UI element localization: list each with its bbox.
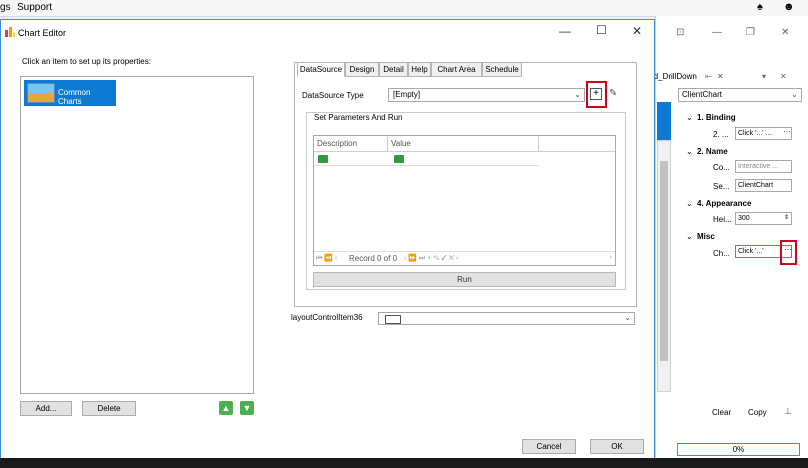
app-menubar: gs Support ♠ ☻: [0, 0, 808, 17]
highlight-add-datasource: [586, 81, 607, 108]
parameters-group-title: Set Parameters And Run: [312, 113, 405, 122]
layout-item-select[interactable]: ⌄: [378, 312, 635, 325]
prop-co-value-text: Interactive ...: [738, 163, 779, 170]
maximize-button[interactable]: ☐: [596, 23, 607, 37]
prop-co-name: Co...: [713, 163, 730, 172]
object-combo-value: ClientChart: [682, 90, 723, 99]
prop-se-name: Se...: [713, 182, 730, 191]
maximize-pane-icon[interactable]: ❐: [746, 27, 755, 38]
close-pane-icon[interactable]: ✕: [781, 27, 789, 38]
prop-chart-name: Ch...: [713, 249, 730, 258]
collapse-name-icon[interactable]: ⌄: [686, 147, 693, 156]
prop-binding-name: 2. ...: [713, 130, 729, 139]
prop-chart-value-text: Click '...': [738, 248, 764, 255]
tab-help[interactable]: Help: [408, 62, 431, 77]
spinner-icon[interactable]: ⇕: [784, 213, 789, 224]
collapse-binding-icon[interactable]: ⌄: [686, 113, 693, 122]
selection-strip: [657, 102, 671, 140]
pin-icon[interactable]: ⇤: [705, 72, 712, 81]
tab-design[interactable]: Design: [345, 62, 379, 77]
taskbar: [0, 458, 808, 468]
datasource-type-value: [Empty]: [393, 90, 421, 99]
column-value[interactable]: Value: [391, 139, 411, 148]
tab-datasource[interactable]: DataSource: [297, 62, 345, 77]
tab-close-icon[interactable]: ✕: [780, 72, 787, 81]
menu-item-support[interactable]: Support: [17, 2, 52, 13]
move-up-icon[interactable]: ▲: [219, 401, 233, 415]
add-button[interactable]: Add...: [20, 401, 72, 416]
category-misc: Misc: [697, 232, 715, 241]
close-tab-icon[interactable]: ✕: [717, 72, 724, 81]
minimize-pane-icon[interactable]: —: [712, 27, 722, 38]
dialog-title: Chart Editor: [18, 28, 67, 38]
menu-item-settings[interactable]: gs: [0, 2, 11, 13]
clear-button[interactable]: Clear: [712, 408, 731, 417]
tab-schedule[interactable]: Schedule: [482, 62, 522, 77]
tab-chart-area[interactable]: Chart Area: [431, 62, 482, 77]
move-down-icon[interactable]: ▼: [240, 401, 254, 415]
list-item[interactable]: Common Charts: [24, 80, 116, 106]
scroll-right-icon[interactable]: ›: [610, 254, 612, 261]
chevron-down-icon: ⌄: [574, 90, 581, 99]
layout-item-label: layoutControlItem36: [291, 313, 363, 322]
close-button[interactable]: ✕: [632, 24, 642, 38]
chevron-down-icon: ⌄: [791, 90, 798, 99]
edit-icon[interactable]: ✎: [609, 88, 617, 99]
parameters-grid[interactable]: Description Value ⏮ ⏪ ‹ Record 0 of 0 › …: [313, 135, 616, 266]
run-button[interactable]: Run: [313, 272, 616, 287]
new-row-icon: [318, 155, 328, 163]
chart-item-list[interactable]: Common Charts: [20, 76, 254, 394]
new-row-icon: [394, 155, 404, 163]
column-divider: [538, 136, 539, 151]
delete-button[interactable]: Delete: [82, 401, 136, 416]
app-icon: [5, 27, 15, 37]
record-counter: Record 0 of 0: [349, 254, 398, 263]
vertical-scrollbar[interactable]: [657, 140, 671, 392]
column-divider: [387, 136, 388, 151]
nav-first-icon[interactable]: ⏮ ⏪ ‹: [316, 254, 337, 263]
nav-next-icon[interactable]: › ⏩ ⏭ + ✎ ✓ ✕ ‹: [404, 254, 458, 263]
avatar[interactable]: ☻: [783, 1, 795, 13]
tab-dropdown-icon[interactable]: ▾: [762, 72, 766, 81]
copy-button[interactable]: Copy: [748, 408, 767, 417]
prop-se-value-text: ClientChart: [738, 182, 774, 189]
chevron-down-icon: ⌄: [624, 313, 631, 322]
category-appearance: 4. Appearance: [697, 199, 752, 208]
ellipsis-button[interactable]: ···: [783, 127, 791, 136]
prop-height-name: Hei...: [713, 215, 732, 224]
minimize-button[interactable]: —: [559, 24, 571, 38]
datasource-type-select[interactable]: [Empty] ⌄: [388, 88, 585, 102]
item-hint-label: Click an item to set up its properties:: [22, 57, 151, 66]
pin-icon[interactable]: ⊥: [784, 406, 792, 417]
table-row[interactable]: [314, 152, 539, 166]
restore-pane-icon[interactable]: ⊡: [676, 27, 684, 38]
document-tab-label: rd_DrillDown: [651, 72, 697, 81]
progress-bar: 0%: [677, 443, 800, 456]
datasource-type-label: DataSource Type: [302, 91, 364, 100]
collapse-appearance-icon[interactable]: ⌄: [686, 199, 693, 208]
tab-detail[interactable]: Detail: [379, 62, 408, 77]
user-icon[interactable]: ♠: [757, 1, 763, 13]
prop-binding-value-text: Click '...' ...: [738, 130, 772, 137]
list-item-label: Common Charts: [58, 88, 91, 106]
document-tab[interactable]: rd_DrillDown ⇤ ✕: [651, 72, 741, 86]
collapse-misc-icon[interactable]: ⌄: [686, 232, 693, 241]
grid-header: Description Value: [314, 136, 615, 152]
prop-se-value[interactable]: ClientChart: [735, 179, 792, 192]
scroll-thumb[interactable]: [660, 161, 668, 361]
chart-thumbnail-icon: [27, 83, 55, 103]
cancel-button[interactable]: Cancel: [522, 439, 576, 454]
category-name: 2. Name: [697, 147, 728, 156]
category-binding: 1. Binding: [697, 113, 736, 122]
grid-navigator: ⏮ ⏪ ‹ Record 0 of 0 › ⏩ ⏭ + ✎ ✓ ✕ ‹ ›: [314, 251, 615, 265]
object-combo[interactable]: ClientChart ⌄: [678, 88, 802, 102]
prop-height-value-text: 300: [738, 215, 750, 222]
progress-text: 0%: [732, 445, 745, 454]
column-description[interactable]: Description: [317, 139, 357, 148]
ok-button[interactable]: OK: [590, 439, 644, 454]
prop-height-value[interactable]: 300 ⇕: [735, 212, 792, 225]
prop-co-value[interactable]: Interactive ...: [735, 160, 792, 173]
highlight-chart-ellipsis: [780, 240, 797, 265]
color-swatch: [385, 315, 401, 324]
